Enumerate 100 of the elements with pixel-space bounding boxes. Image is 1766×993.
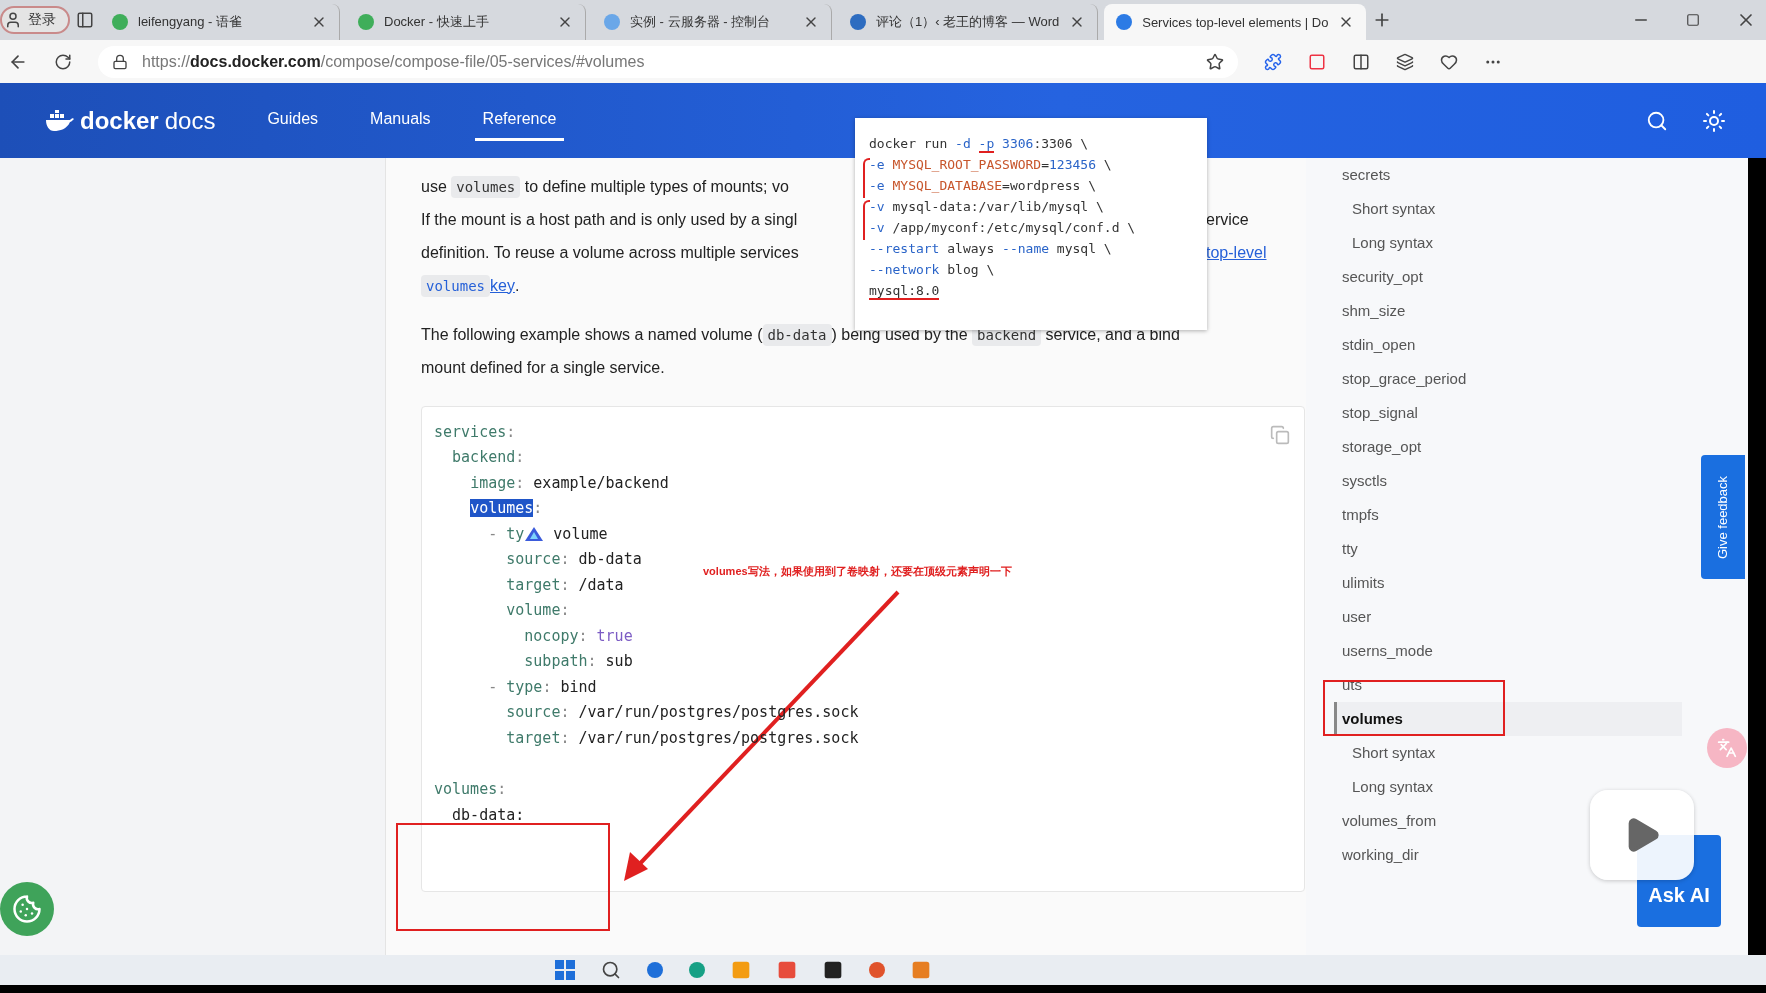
code-text: mysql-data:/var/lib/mysql \ (892, 199, 1104, 216)
code-text: - (488, 524, 499, 543)
code-text: volume (553, 524, 608, 543)
code-text: subpath (524, 652, 588, 671)
heart-icon[interactable] (1440, 52, 1458, 71)
toc-link[interactable]: ulimits (1342, 566, 1385, 600)
reload-icon[interactable] (54, 52, 72, 71)
toc-link[interactable]: shm_size (1342, 294, 1406, 328)
code-text: : (578, 626, 589, 645)
whale-logo-icon (44, 109, 74, 132)
code-text: : (587, 652, 598, 671)
browser-tab[interactable]: Services top-level elements | Do (1104, 4, 1367, 40)
search-icon[interactable] (601, 960, 621, 980)
nav-link[interactable]: Guides (259, 100, 327, 141)
selected-code-text: volumes (470, 499, 534, 518)
code-link[interactable]: volumes (421, 274, 490, 297)
address-field[interactable]: https://docs.docker.com/compose/compose-file/05-services/#volumes (98, 45, 1238, 78)
site-icon (112, 14, 128, 30)
code-text: /app/myconf:/etc/mysql/conf.d \ (892, 220, 1136, 237)
paragraph-text: . (514, 276, 520, 295)
paragraph-text: ervice (1206, 210, 1249, 229)
code-text: : (560, 703, 571, 722)
site-icon (358, 14, 374, 30)
code-text: true (596, 626, 633, 645)
collections-icon[interactable] (1396, 52, 1414, 71)
maximize-icon[interactable] (1686, 13, 1700, 27)
scrollbar[interactable] (1748, 158, 1766, 955)
browser-icon[interactable] (647, 962, 663, 978)
code-text: services (434, 422, 507, 441)
annotation-text: volumes写法，如果使用到了卷映射，还要在顶级元素声明一下 (703, 564, 1012, 579)
toc-link[interactable]: tty (1342, 532, 1358, 566)
toc-link[interactable]: stdin_open (1342, 328, 1416, 362)
code-text: : (533, 499, 543, 518)
code-text: 3306 (1001, 136, 1034, 153)
code-text: \ (1102, 157, 1112, 174)
sun-icon[interactable] (1702, 108, 1726, 133)
paragraph-text: to define multiple types of mounts; vo (523, 177, 789, 196)
toc-link[interactable]: sysctls (1342, 464, 1387, 498)
user-icon (4, 11, 22, 29)
text-link[interactable]: top-level (1206, 243, 1267, 262)
code-text: volumes (434, 780, 498, 799)
code-text: --restart (869, 241, 940, 258)
toc-link[interactable]: storage_opt (1342, 430, 1422, 464)
code-text: nocopy (524, 626, 579, 645)
brand-suffix[interactable]: docs (164, 106, 216, 135)
toc-link[interactable]: Long syntax (1342, 226, 1433, 260)
paragraph-text: mount defined for a single service. (421, 358, 665, 377)
toc-link[interactable]: Long syntax (1342, 770, 1433, 804)
paragraph-text: ) being used by the (831, 325, 969, 344)
browser-icon[interactable] (689, 962, 705, 978)
brand-name[interactable]: docker (80, 106, 159, 135)
code-text: = (1041, 157, 1050, 174)
toc-link[interactable]: working_dir (1342, 838, 1419, 872)
code-text: db-data: (452, 805, 525, 824)
toc-link[interactable]: Short syntax (1342, 736, 1436, 770)
code-text: =wordpress \ (1002, 178, 1096, 195)
site-icon (1116, 14, 1133, 30)
toc-link[interactable]: secrets (1342, 158, 1391, 192)
code-text: -v (869, 220, 886, 237)
search-icon[interactable] (1646, 109, 1668, 132)
nav-link[interactable]: Manuals (362, 100, 439, 141)
code-text: :3306 \ (1033, 136, 1089, 153)
extension-icon[interactable] (1264, 52, 1282, 71)
video-player-icon[interactable] (1590, 790, 1694, 880)
toc-link[interactable]: uts (1342, 668, 1362, 702)
feedback-button[interactable]: Give feedback (1701, 455, 1745, 579)
code-text: - (488, 677, 499, 696)
code-text: : (560, 601, 570, 620)
code-text: source (506, 703, 561, 722)
toc-link[interactable]: stop_signal (1342, 396, 1418, 430)
lock-icon (112, 53, 128, 70)
star-icon[interactable] (1206, 52, 1224, 71)
nav-link[interactable]: Reference (474, 100, 565, 141)
windows-icon[interactable] (555, 960, 575, 980)
split-screen-icon[interactable] (1352, 52, 1370, 71)
toc-link[interactable]: tmpfs (1342, 498, 1379, 532)
sidebar-icon[interactable] (76, 11, 94, 29)
extension-icon[interactable] (1308, 52, 1326, 71)
toc-link[interactable]: Short syntax (1342, 192, 1436, 226)
text-link[interactable]: key (490, 276, 515, 295)
inline-code: db-data (762, 323, 832, 346)
code-text: sub (605, 652, 633, 671)
code-text: ty (506, 524, 525, 543)
site-icon (850, 14, 866, 30)
triangle-icon (524, 525, 545, 542)
paragraph-text: use (421, 177, 448, 196)
toc-link[interactable]: userns_mode (1342, 634, 1433, 668)
app-icon[interactable] (823, 960, 843, 980)
toc-link[interactable]: stop_grace_period (1342, 362, 1467, 396)
toc-link[interactable]: security_opt (1342, 260, 1423, 294)
toc-link[interactable]: volumes_from (1342, 804, 1437, 838)
code-text: docker run (869, 136, 949, 153)
profile-button[interactable]: 登录 (0, 6, 70, 34)
site-icon (604, 14, 620, 30)
paragraph-text: The following example shows a named volume ( (421, 325, 763, 344)
toc-link[interactable]: user (1342, 600, 1372, 634)
code-text: example/backend (533, 473, 669, 492)
toc-link[interactable]: volumes (1334, 702, 1682, 736)
cookie-icon (12, 894, 42, 924)
inline-code: volumes (451, 175, 521, 198)
